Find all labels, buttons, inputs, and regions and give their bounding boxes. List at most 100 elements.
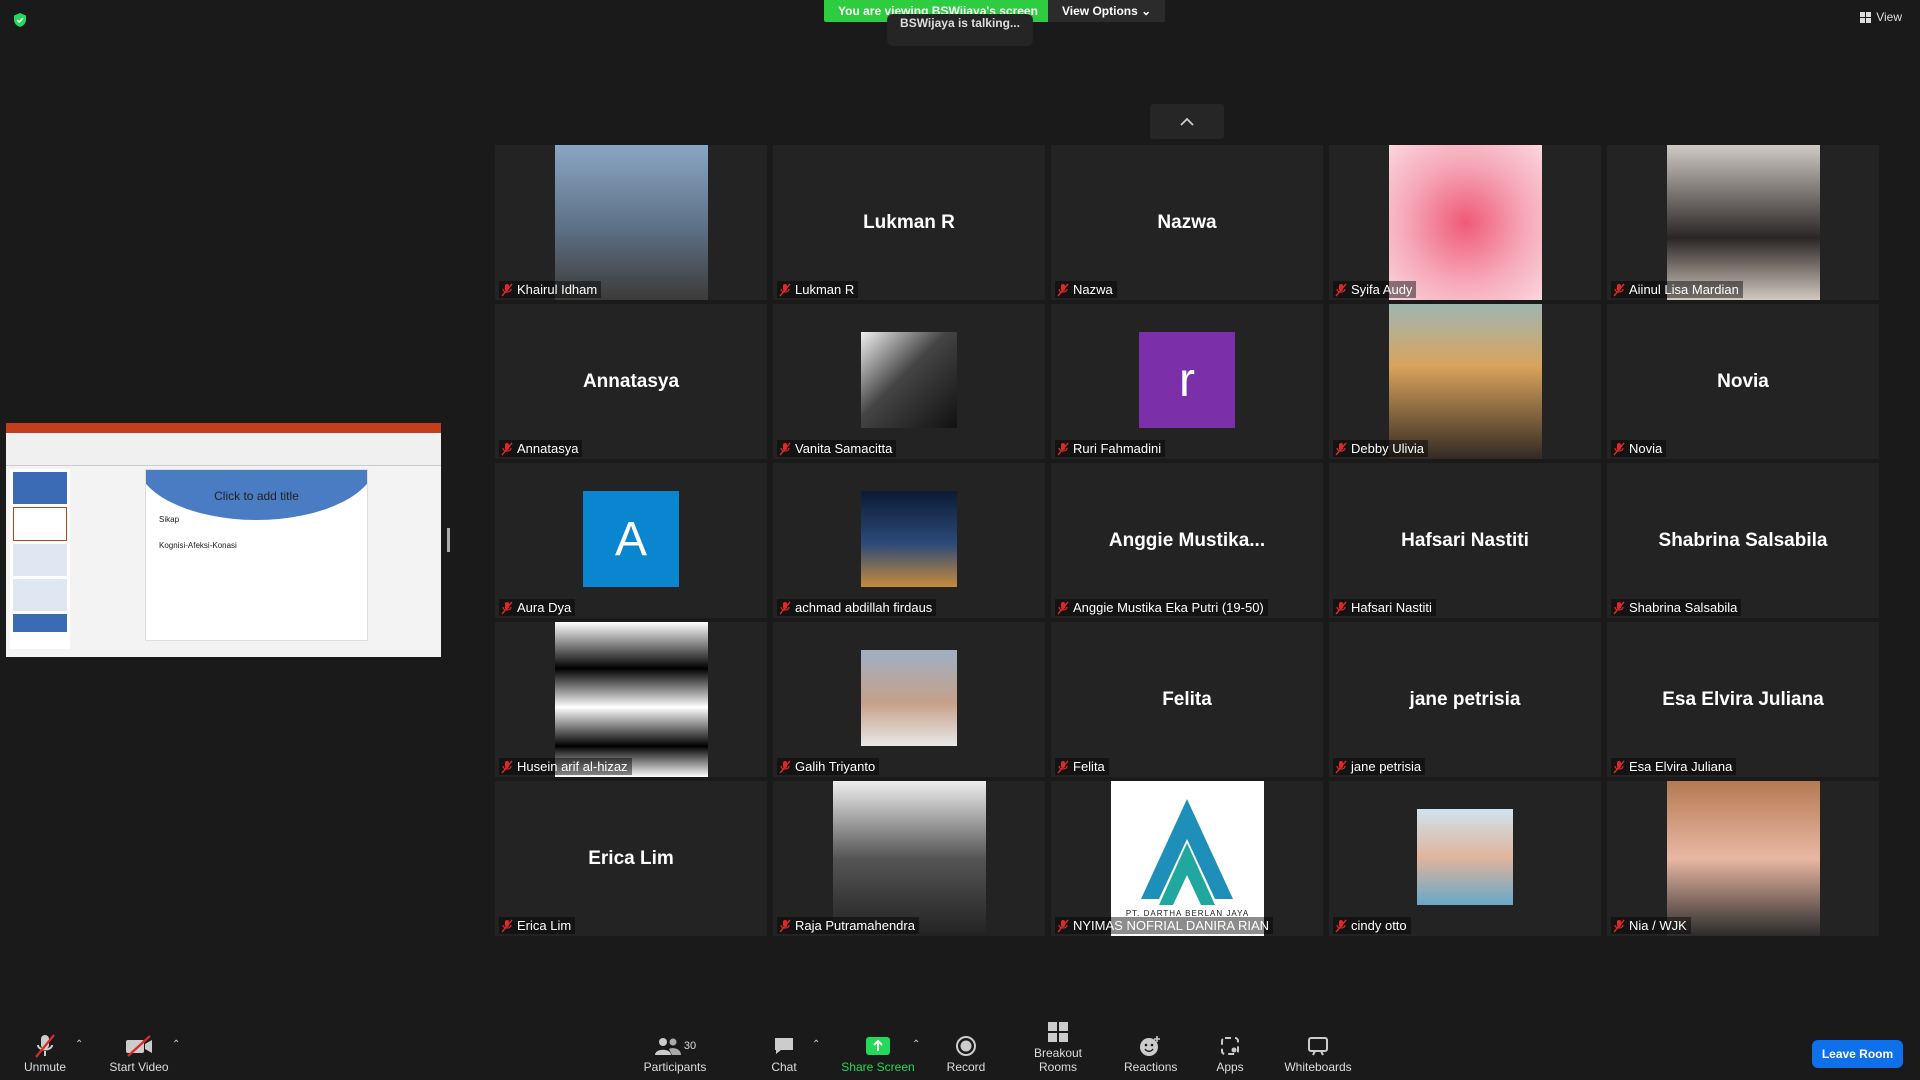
breakout-rooms-label: Breakout Rooms [1033, 1046, 1083, 1074]
participant-name: Nazwa [1073, 282, 1113, 297]
view-options-button[interactable]: View Options ⌄ [1048, 0, 1166, 22]
participant-name: Raja Putramahendra [795, 918, 915, 933]
participant-video: PT. DARTHA BERLAN JAYA [1111, 781, 1264, 936]
participant-center-name: Hafsari Nastiti [1401, 529, 1529, 551]
participant-tile[interactable]: Felita Felita [1051, 622, 1323, 777]
participant-name-label: Aura Dya [499, 599, 576, 616]
participant-name-label: Nazwa [1055, 281, 1117, 298]
participant-tile[interactable]: Aiinul Lisa Mardian [1607, 145, 1879, 300]
participant-name-label: Raja Putramahendra [777, 917, 919, 934]
mic-muted-icon [1335, 601, 1347, 614]
participant-tile[interactable]: Raja Putramahendra [773, 781, 1045, 936]
breakout-rooms-button[interactable]: Breakout Rooms [1014, 1018, 1102, 1074]
view-button[interactable]: View [1860, 10, 1902, 24]
mic-muted-icon [1613, 283, 1625, 296]
participant-tile[interactable]: r Ruri Fahmadini [1051, 304, 1323, 459]
participant-video [1389, 145, 1542, 300]
participant-center-name: Novia [1717, 370, 1769, 392]
mic-muted-icon [1057, 601, 1069, 614]
participant-name-label: Esa Elvira Juliana [1611, 758, 1737, 775]
participant-tile[interactable]: Nazwa Nazwa [1051, 145, 1323, 300]
participant-center-name: Felita [1162, 688, 1212, 710]
security-shield-icon[interactable] [12, 12, 28, 28]
shared-screen-thumbnail[interactable]: Click to add title Sikap Kognisi-Afeksi-… [6, 423, 441, 657]
participant-tile[interactable]: Syifa Audy [1329, 145, 1601, 300]
ppt-titlebar [6, 423, 441, 433]
view-label: View [1876, 10, 1902, 24]
participant-tile[interactable]: Lukman R Lukman R [773, 145, 1045, 300]
record-icon [956, 1036, 976, 1056]
participant-name-label: Khairul Idham [499, 281, 602, 298]
participant-tile[interactable]: jane petrisia jane petrisia [1329, 622, 1601, 777]
participant-name: Anggie Mustika Eka Putri (19-50) [1073, 600, 1264, 615]
leave-room-button[interactable]: Leave Room [1812, 1040, 1903, 1068]
ppt-ribbon [6, 433, 441, 466]
mic-muted-icon [1335, 760, 1347, 773]
participant-name: jane petrisia [1351, 759, 1422, 774]
mic-muted-icon [1057, 919, 1069, 932]
participant-name: Syifa Audy [1351, 282, 1413, 297]
participant-tile[interactable]: Esa Elvira Juliana Esa Elvira Juliana [1607, 622, 1879, 777]
mic-muted-icon [1335, 283, 1347, 296]
mic-muted-icon [1613, 919, 1625, 932]
participant-tile[interactable]: PT. DARTHA BERLAN JAYA NYIMAS NOFRIAL DAN… [1051, 781, 1323, 936]
breakout-rooms-icon [1048, 1022, 1068, 1042]
mic-muted-icon [779, 919, 791, 932]
chat-icon [775, 1038, 793, 1054]
grid-view-icon [1860, 11, 1872, 23]
unmute-button[interactable]: Unmute [20, 1032, 70, 1074]
participant-name: Lukman R [795, 282, 855, 297]
share-screen-label: Share Screen [841, 1060, 915, 1074]
chevron-up-icon [1180, 117, 1194, 126]
apps-label: Apps [1216, 1060, 1244, 1074]
whiteboards-button[interactable]: Whiteboards [1282, 1032, 1354, 1074]
participant-name-label: Syifa Audy [1333, 281, 1417, 298]
participant-center-name: Shabrina Salsabila [1658, 529, 1828, 551]
participant-tile[interactable]: Khairul Idham [495, 145, 767, 300]
participant-tile[interactable]: Annatasya Annatasya [495, 304, 767, 459]
record-button[interactable]: Record [946, 1032, 986, 1074]
participant-tile[interactable]: achmad abdillah firdaus [773, 463, 1045, 618]
participant-tile[interactable]: cindy otto [1329, 781, 1601, 936]
mic-muted-icon [1057, 283, 1069, 296]
participant-video [555, 622, 708, 777]
audio-options-caret[interactable]: ⌃ [75, 1039, 83, 1050]
apps-button[interactable]: Apps [1212, 1032, 1248, 1074]
chat-options-caret[interactable]: ⌃ [812, 1039, 820, 1050]
mic-muted-icon [1613, 760, 1625, 773]
participant-tile[interactable]: Shabrina Salsabila Shabrina Salsabila [1607, 463, 1879, 618]
mic-muted-icon [779, 760, 791, 773]
participant-tile[interactable]: Novia Novia [1607, 304, 1879, 459]
reactions-button[interactable]: Reactions [1124, 1032, 1177, 1074]
previous-page-button[interactable] [1150, 104, 1224, 139]
participant-name-label: Lukman R [777, 281, 859, 298]
participant-name: Galih Triyanto [795, 759, 876, 774]
talking-indicator: BSWijaya is talking... [887, 14, 1033, 46]
participant-tile[interactable]: Debby Ulivia [1329, 304, 1601, 459]
start-video-button[interactable]: Start Video [104, 1032, 174, 1074]
participant-tile[interactable]: Nia / WJK [1607, 781, 1879, 936]
mic-muted-icon [501, 919, 513, 932]
participant-tile[interactable]: Vanita Samacitta [773, 304, 1045, 459]
participants-button[interactable]: 30 Participants [640, 1032, 710, 1074]
participant-name-label: Shabrina Salsabila [1611, 599, 1742, 616]
participant-tile[interactable]: A Aura Dya [495, 463, 767, 618]
record-label: Record [946, 1060, 986, 1074]
participant-tile[interactable]: Husein arif al-hizaz [495, 622, 767, 777]
participant-name-label: NYIMAS NOFRIAL DANIRA RIAN [1055, 917, 1273, 934]
participant-tile[interactable]: Galih Triyanto [773, 622, 1045, 777]
reactions-icon [1140, 1036, 1160, 1056]
participant-name-label: Aiinul Lisa Mardian [1611, 281, 1743, 298]
participant-tile[interactable]: Hafsari Nastiti Hafsari Nastiti [1329, 463, 1601, 618]
video-off-icon [126, 1035, 152, 1057]
video-options-caret[interactable]: ⌃ [172, 1039, 180, 1050]
participant-tile[interactable]: Erica Lim Erica Lim [495, 781, 767, 936]
participant-video [861, 491, 957, 587]
resize-handle[interactable] [447, 528, 450, 552]
chat-button[interactable]: Chat [764, 1032, 804, 1074]
participant-center-name: Annatasya [582, 370, 680, 392]
participant-tile[interactable]: Anggie Mustika... Anggie Mustika Eka Putr… [1051, 463, 1323, 618]
share-options-caret[interactable]: ⌃ [912, 1039, 920, 1050]
share-screen-button[interactable]: Share Screen [838, 1032, 918, 1074]
mic-muted-icon [779, 442, 791, 455]
